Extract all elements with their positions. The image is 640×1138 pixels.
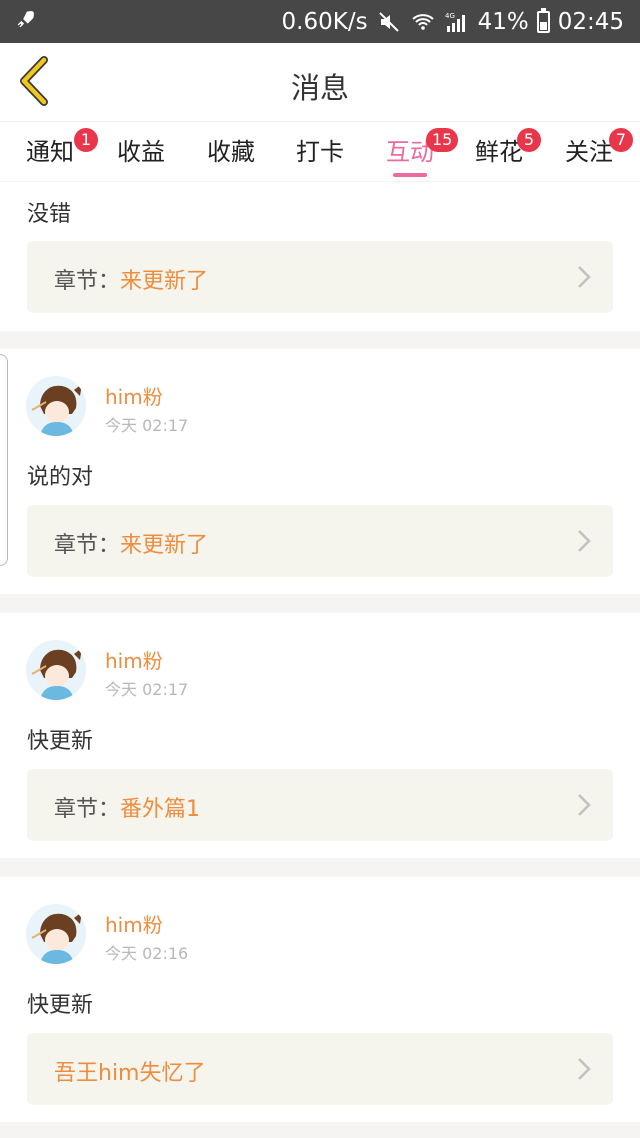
avatar[interactable] — [26, 376, 86, 436]
mute-icon — [378, 11, 399, 32]
side-drawer-handle[interactable] — [0, 354, 8, 566]
chapter-name: 番外篇1 — [120, 797, 201, 822]
tab-interaction[interactable]: 互动 15 — [380, 128, 459, 167]
avatar[interactable] — [26, 904, 86, 964]
tab-label: 打卡 — [296, 138, 344, 166]
tab-favorites[interactable]: 收藏 — [201, 132, 261, 167]
avatar-image — [26, 376, 86, 436]
clock: 02:45 — [557, 8, 624, 35]
tab-badge: 1 — [74, 128, 98, 152]
username[interactable]: him粉 — [105, 645, 163, 674]
avatar[interactable] — [26, 640, 86, 700]
signal-icon: 4G — [445, 12, 465, 32]
chevron-right-icon — [578, 1058, 591, 1080]
tab-notify[interactable]: 通知 1 — [20, 128, 98, 167]
tab-follow[interactable]: 关注 7 — [559, 128, 633, 167]
timestamp: 今天 02:17 — [105, 416, 189, 435]
tab-flowers[interactable]: 鲜花 5 — [469, 128, 541, 167]
timestamp: 今天 02:17 — [105, 680, 189, 699]
chevron-right-icon — [578, 794, 591, 816]
tab-label: 鲜花 — [475, 138, 523, 166]
avatar-image — [26, 904, 86, 964]
network-speed: 0.60K/s — [281, 8, 368, 35]
post-label: 吾王him失忆了 — [54, 1055, 206, 1087]
timestamp: 今天 02:16 — [105, 944, 189, 963]
tab-label: 收益 — [117, 138, 165, 166]
chapter-link[interactable]: 章节：番外篇1 — [27, 769, 613, 841]
tab-label: 关注 — [565, 138, 613, 166]
svg-text:4G: 4G — [445, 12, 455, 20]
username[interactable]: him粉 — [105, 909, 163, 938]
tab-badge: 7 — [609, 128, 633, 152]
chapter-link[interactable]: 章节：来更新了 — [27, 505, 613, 577]
username[interactable]: him粉 — [105, 381, 163, 410]
battery-icon — [536, 7, 550, 33]
chapter-label: 章节：来更新了 — [54, 533, 209, 558]
tab-label: 通知 — [26, 138, 74, 166]
status-bar: 0.60K/s 4G 41% 02:45 — [0, 0, 640, 43]
tab-bar: 通知 1 收益 收藏 打卡 互动 15 鲜花 5 关注 7 — [0, 121, 640, 181]
comment-text: 快更新 — [27, 729, 94, 754]
tab-checkin[interactable]: 打卡 — [290, 132, 350, 167]
tab-badge: 5 — [517, 128, 541, 152]
tab-badge: 15 — [426, 128, 459, 152]
interaction-card: him粉 今天 02:17 快更新 章节：番外篇1 — [0, 613, 640, 858]
chapter-label: 章节：番外篇1 — [54, 797, 201, 822]
post-name: 吾王him失忆了 — [54, 1061, 206, 1086]
chapter-name: 来更新了 — [120, 533, 209, 558]
interaction-card: 没错 章节：来更新了 — [0, 182, 640, 331]
comment-text: 快更新 — [27, 993, 94, 1018]
page-title: 消息 — [290, 71, 349, 105]
active-tab-indicator — [393, 173, 427, 177]
rocket-icon — [17, 11, 34, 28]
tab-label: 收藏 — [207, 138, 255, 166]
app-bar: 消息 — [0, 43, 640, 121]
battery-percent: 41% — [477, 8, 529, 35]
chapter-name: 来更新了 — [120, 269, 209, 294]
chevron-right-icon — [578, 266, 591, 288]
post-link[interactable]: 吾王him失忆了 — [27, 1033, 613, 1105]
wifi-icon — [411, 13, 434, 30]
chevron-right-icon — [578, 530, 591, 552]
interaction-card: him粉 今天 02:16 快更新 吾王him失忆了 — [0, 877, 640, 1122]
interaction-card: him粉 今天 02:17 说的对 章节：来更新了 — [0, 349, 640, 594]
avatar-image — [26, 640, 86, 700]
comment-text: 没错 — [27, 202, 72, 227]
tab-earnings[interactable]: 收益 — [111, 132, 171, 167]
chapter-link[interactable]: 章节：来更新了 — [27, 241, 613, 313]
chapter-label: 章节：来更新了 — [54, 269, 209, 294]
comment-text: 说的对 — [27, 465, 94, 490]
